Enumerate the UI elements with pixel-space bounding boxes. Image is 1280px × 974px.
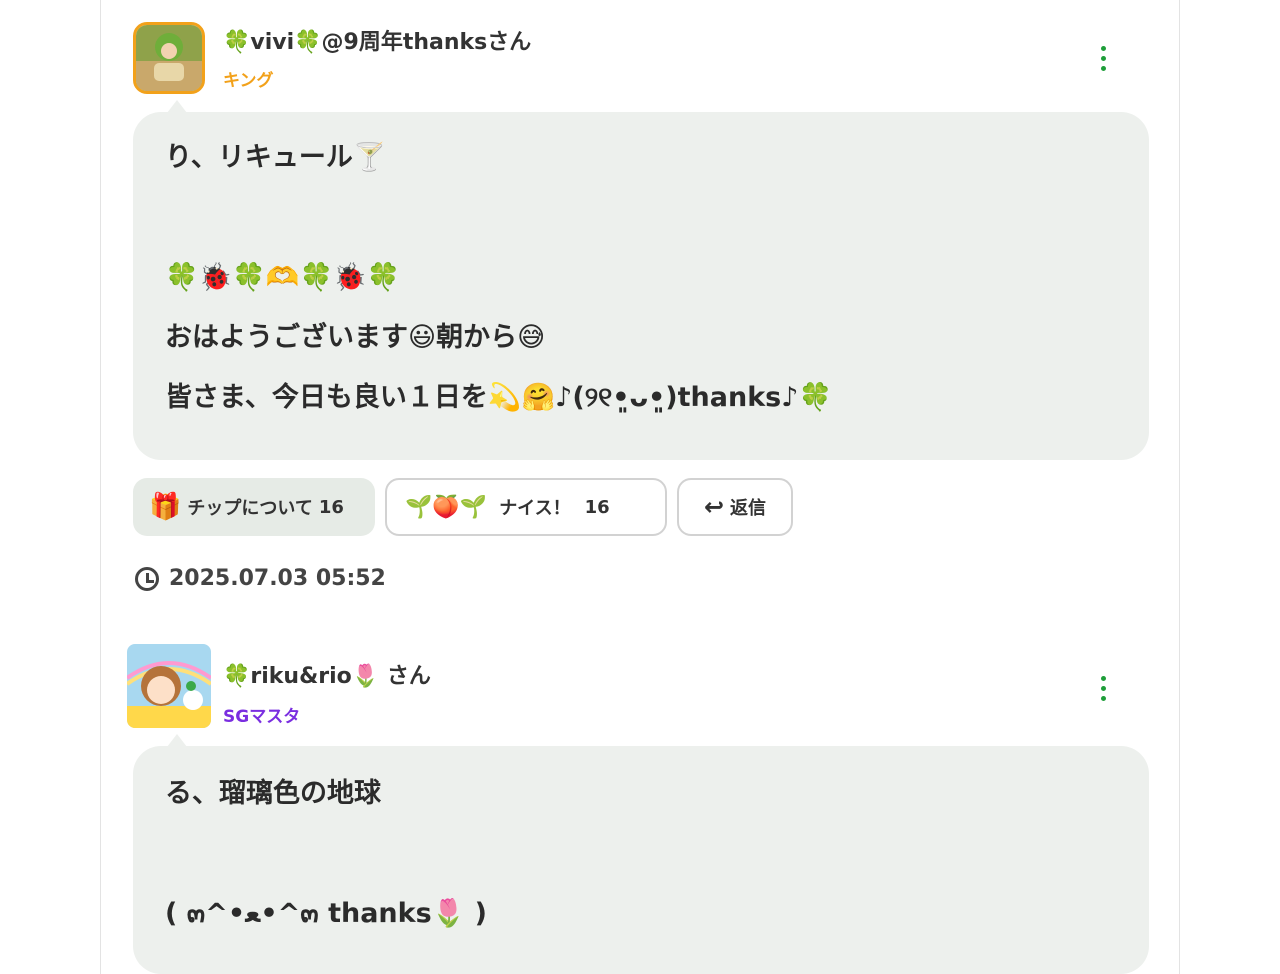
post-line: おはようございます😃朝から😅 [165, 322, 546, 353]
avatar[interactable] [127, 644, 211, 728]
reply-arrow-icon: ↩ [703, 493, 725, 521]
post-body: り、リキュール🍸 🍀🐞🍀🫶🍀🐞🍀 おはようございます😃朝から😅 皆さま、今日も良… [133, 100, 1149, 460]
post-line [165, 188, 1117, 248]
nice-button[interactable]: 🌱🍑🌱 ナイス！ 16 [385, 478, 667, 536]
tip-button[interactable]: 🎁 チップについて 16 [133, 478, 375, 536]
clock-icon [135, 566, 159, 591]
gift-icon: 🎁 [149, 492, 182, 522]
timestamp-text: 2025.07.03 05:52 [169, 566, 386, 591]
post-body: る、瑠璃色の地球 ( ๓^•ﻌ•^๓ thanks🌷 ) [133, 734, 1149, 974]
nice-count: 16 [584, 496, 610, 518]
post-line: 🍀🐞🍀🫶🍀🐞🍀 [165, 262, 401, 293]
more-menu-icon[interactable] [1093, 670, 1113, 706]
post-actions: 🎁 チップについて 16 🌱🍑🌱 ナイス！ 16 ↩ 返信 [133, 478, 793, 536]
post-line: り、リキュール🍸 [165, 142, 387, 173]
rank-badge: キング [223, 71, 274, 91]
username[interactable]: 🍀vivi🍀@9周年thanksさん [223, 24, 531, 56]
avatar[interactable] [133, 22, 205, 94]
more-menu-icon[interactable] [1093, 40, 1113, 76]
post-timestamp: 2025.07.03 05:52 [135, 566, 386, 591]
post-line: ( ๓^•ﻌ•^๓ thanks🌷 ) [165, 898, 488, 929]
post-feed: 🍀vivi🍀@9周年thanksさん キング り、リキュール🍸 🍀🐞🍀🫶🍀🐞🍀 … [100, 0, 1180, 974]
rank-badge: SGマスタ [223, 707, 301, 727]
reply-label: 返信 [730, 498, 767, 519]
reply-button[interactable]: ↩ 返信 [677, 478, 793, 536]
tip-count: 16 [318, 496, 344, 518]
post-line: る、瑠璃色の地球 [165, 778, 381, 809]
post-line [165, 824, 1117, 884]
nice-stamp-icons: 🌱🍑🌱 [405, 494, 488, 520]
username[interactable]: 🍀riku&rio🌷 さん [223, 658, 431, 690]
tip-label: チップについて [187, 498, 313, 519]
post-line: 皆さま、今日も良い１日を💫🤗♪(୨୧•͈ᴗ•͈)thanks♪🍀 [165, 382, 833, 413]
nice-label: ナイス！ [499, 498, 571, 519]
